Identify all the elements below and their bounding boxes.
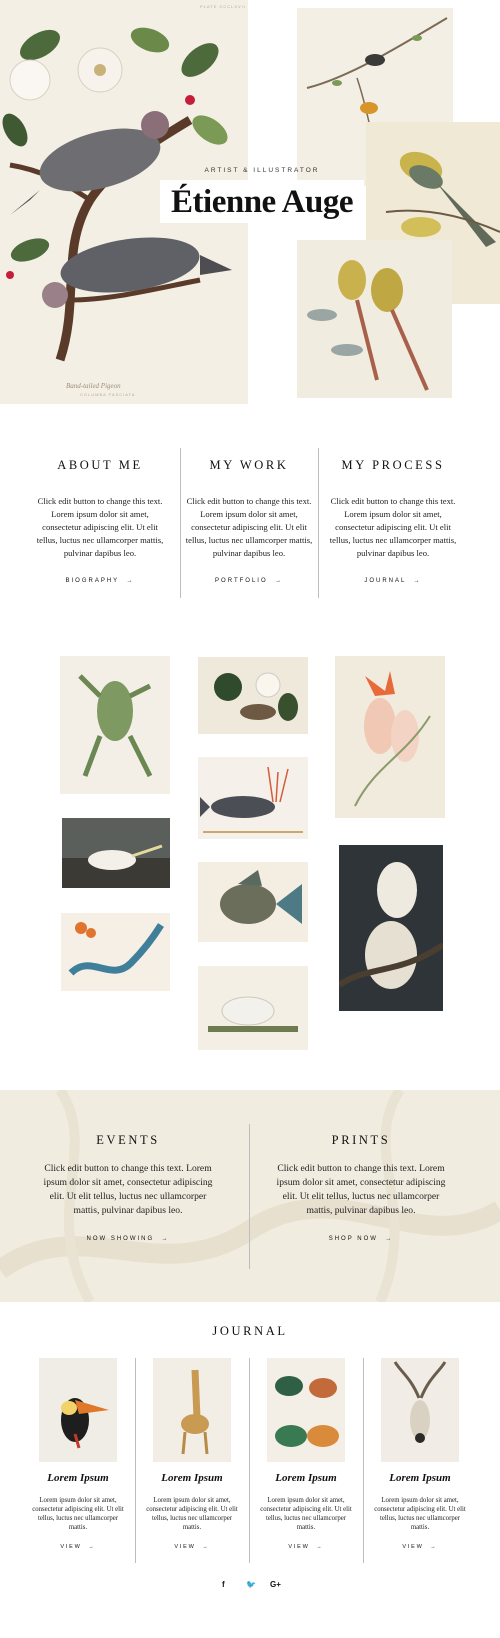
shop-now-label: SHOP NOW [328, 1236, 378, 1242]
column-divider [318, 448, 319, 598]
gallery-snowy-owls-image[interactable] [339, 845, 443, 1011]
plate-corner-label: PLATE CCCLXVII [200, 4, 246, 9]
journal-link[interactable]: JOURNAL → [364, 578, 421, 584]
journal-card-title: Lorem Ipsum [47, 1472, 109, 1484]
gallery-cockatoo-image[interactable] [335, 656, 445, 818]
prints-heading: PRINTS [331, 1133, 391, 1147]
work-text: Click edit button to change this text. L… [185, 496, 313, 558]
arrow-right-icon: → [430, 1544, 438, 1550]
arrow-right-icon: → [161, 1236, 170, 1242]
prints-text: Click edit button to change this text. L… [276, 1163, 446, 1216]
work-heading: MY WORK [209, 458, 289, 472]
journal-card: Lorem Ipsum Lorem ipsum dolor sit amet, … [144, 1358, 240, 1553]
events-text: Click edit button to change this text. L… [43, 1163, 213, 1216]
twitter-icon[interactable]: 🐦 [246, 1580, 256, 1589]
journal-card-text: Lorem ipsum dolor sit amet, consectetur … [146, 1497, 238, 1531]
arrow-right-icon: → [274, 578, 283, 584]
events-heading: EVENTS [96, 1133, 160, 1147]
journal-giraffe-image[interactable] [153, 1358, 231, 1462]
gallery-rabbit-image[interactable] [198, 966, 308, 1050]
gallery-trigger-fish-image[interactable] [198, 862, 308, 942]
journal-butterflies-image[interactable] [267, 1358, 345, 1462]
journal-card-text: Lorem ipsum dolor sit amet, consectetur … [260, 1497, 352, 1531]
view-label: VIEW [288, 1544, 310, 1550]
plate-caption: Band-tailed Pigeon [66, 382, 121, 390]
journal-heading: JOURNAL [212, 1324, 288, 1338]
journal-card: Lorem Ipsum Lorem ipsum dolor sit amet, … [258, 1358, 354, 1553]
shop-now-link[interactable]: SHOP NOW → [329, 1236, 394, 1242]
view-link[interactable]: VIEW → [288, 1544, 323, 1550]
process-column: MY PROCESS Click edit button to change t… [328, 458, 458, 587]
arrow-right-icon: → [385, 1236, 394, 1242]
portfolio-link-label: PORTFOLIO [215, 578, 268, 584]
hero-kicker: ARTIST & ILLUSTRATOR [204, 167, 320, 174]
about-column: ABOUT ME Click edit button to change thi… [35, 458, 165, 587]
journal-card-text: Lorem ipsum dolor sit amet, consectetur … [374, 1497, 466, 1531]
view-label: VIEW [60, 1544, 82, 1550]
portfolio-link[interactable]: PORTFOLIO → [215, 578, 283, 584]
hero-title: Étienne Auge [171, 184, 353, 220]
facebook-icon[interactable]: f [222, 1580, 225, 1589]
journal-card-title: Lorem Ipsum [161, 1472, 223, 1484]
view-label: VIEW [402, 1544, 424, 1550]
events-column: EVENTS Click edit button to change this … [38, 1133, 218, 1245]
gallery-frog-image[interactable] [60, 656, 170, 794]
biography-link-label: BIOGRAPHY [65, 578, 120, 584]
view-link[interactable]: VIEW → [60, 1544, 95, 1550]
process-heading: MY PROCESS [341, 458, 445, 472]
journal-link-label: JOURNAL [364, 578, 407, 584]
journal-divider [135, 1358, 136, 1563]
arrow-right-icon: → [126, 578, 135, 584]
journal-divider [363, 1358, 364, 1563]
plate-credit-label: COLUMBA FASCIATA [80, 392, 136, 397]
journal-divider [249, 1358, 250, 1563]
events-divider [249, 1124, 250, 1269]
journal-card-title: Lorem Ipsum [389, 1472, 451, 1484]
journal-toucan-image[interactable] [39, 1358, 117, 1462]
work-column: MY WORK Click edit button to change this… [184, 458, 314, 587]
journal-antelope-skull-image[interactable] [381, 1358, 459, 1462]
gallery-coral-fish-image[interactable] [198, 757, 308, 839]
process-text: Click edit button to change this text. L… [329, 496, 457, 558]
journal-card-title: Lorem Ipsum [275, 1472, 337, 1484]
hero-parrots-plate-image [297, 240, 452, 398]
arrow-right-icon: → [316, 1544, 324, 1550]
column-divider [180, 448, 181, 598]
biography-link[interactable]: BIOGRAPHY → [65, 578, 134, 584]
about-heading: ABOUT ME [57, 458, 143, 472]
now-showing-link[interactable]: NOW SHOWING → [86, 1236, 169, 1242]
view-link[interactable]: VIEW → [402, 1544, 437, 1550]
view-label: VIEW [174, 1544, 196, 1550]
arrow-right-icon: → [202, 1544, 210, 1550]
journal-card: Lorem Ipsum Lorem ipsum dolor sit amet, … [30, 1358, 126, 1553]
gallery-snake-lily-image[interactable] [61, 913, 170, 991]
arrow-right-icon: → [88, 1544, 96, 1550]
gallery-gannet-image[interactable] [62, 818, 170, 888]
journal-card-text: Lorem ipsum dolor sit amet, consectetur … [32, 1497, 124, 1531]
about-text: Click edit button to change this text. L… [36, 496, 164, 558]
arrow-right-icon: → [413, 578, 422, 584]
view-link[interactable]: VIEW → [174, 1544, 209, 1550]
google-plus-icon[interactable]: G+ [270, 1580, 281, 1589]
journal-card: Lorem Ipsum Lorem ipsum dolor sit amet, … [372, 1358, 468, 1553]
prints-column: PRINTS Click edit button to change this … [271, 1133, 451, 1245]
gallery-magnolia-birds-image[interactable] [198, 657, 308, 734]
now-showing-label: NOW SHOWING [86, 1236, 155, 1242]
